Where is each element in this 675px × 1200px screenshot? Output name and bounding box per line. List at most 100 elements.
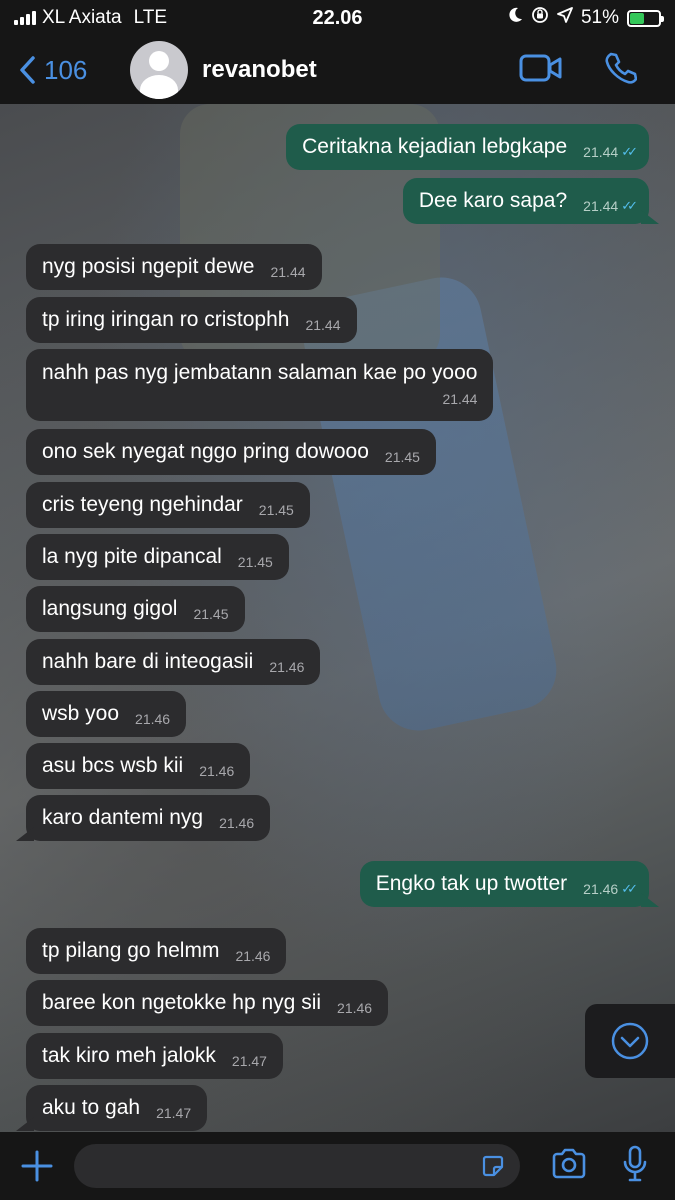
message-time: 21.46: [219, 815, 254, 831]
incoming-message[interactable]: baree kon ngetokke hp nyg sii 21.46: [26, 980, 389, 1026]
incoming-message[interactable]: la nyg pite dipancal 21.45: [26, 534, 289, 580]
message-timestamp: 21.45: [258, 502, 294, 518]
unread-count: 106: [44, 54, 88, 85]
message-time: 21.46: [337, 1000, 372, 1016]
moon-icon: [507, 7, 523, 29]
message-text: tp pilang go helmm: [42, 939, 220, 962]
incoming-message[interactable]: cris teyeng ngehindar 21.45: [26, 482, 310, 528]
signal-icon: [14, 11, 36, 25]
message-timestamp: 21.46: [269, 659, 305, 675]
clock: 22.06: [312, 6, 363, 29]
battery-fill: [630, 12, 645, 24]
message-text: ono sek nyegat nggo pring dowooo: [42, 440, 369, 463]
message-text: wsb yoo: [42, 702, 120, 725]
read-receipt-icon: ✓✓: [621, 881, 638, 896]
message-time: 21.45: [385, 449, 420, 465]
back-button[interactable]: 106: [18, 55, 130, 86]
chevron-left-icon: [20, 56, 35, 84]
incoming-message[interactable]: tp iring iringan ro cristophh 21.44: [26, 297, 357, 343]
read-receipt-icon: ✓✓: [621, 144, 638, 159]
video-call-button[interactable]: [519, 53, 563, 88]
message-timestamp: 21.45: [193, 606, 229, 622]
message-text: asu bcs wsb kii: [42, 754, 184, 777]
incoming-message[interactable]: karo dantemi nyg 21.46: [26, 795, 271, 841]
sticker-icon: [482, 1155, 504, 1177]
message-text: nahh pas nyg jembatann salaman kae po yo…: [42, 361, 478, 384]
message-timestamp: 21.46: [235, 948, 271, 964]
chat-header: 106 revanobet: [0, 36, 675, 104]
message-text: aku to gah: [42, 1096, 141, 1119]
message-timestamp: 21.46: [135, 711, 171, 727]
message-timestamp: 21.47: [231, 1053, 267, 1069]
message-timestamp: 21.46: [583, 881, 619, 897]
attach-button[interactable]: [0, 1149, 74, 1183]
microphone-icon: [623, 1145, 647, 1181]
outgoing-message[interactable]: Dee karo sapa? 21.44 ✓✓: [402, 178, 649, 224]
message-input[interactable]: [74, 1144, 520, 1188]
incoming-message[interactable]: wsb yoo 21.46: [26, 691, 187, 737]
message-timestamp: 21.44: [270, 264, 306, 280]
message-time: 21.46: [269, 659, 304, 675]
message-time: 21.44: [270, 264, 305, 280]
message-time: 21.46: [235, 948, 270, 964]
outgoing-message[interactable]: Ceritakna kejadian lebgkape 21.44 ✓✓: [286, 124, 649, 170]
incoming-message[interactable]: asu bcs wsb kii 21.46: [26, 743, 251, 789]
incoming-message[interactable]: nyg posisi ngepit dewe 21.44: [26, 244, 322, 290]
camera-button[interactable]: [550, 1148, 588, 1185]
message-text: la nyg pite dipancal: [42, 545, 222, 568]
incoming-message[interactable]: ono sek nyegat nggo pring dowooo 21.45: [26, 429, 436, 475]
message-text: tp iring iringan ro cristophh: [42, 308, 290, 331]
message-text: tak kiro meh jalokk: [42, 1044, 216, 1067]
message-timestamp: 21.44: [583, 144, 619, 160]
incoming-message[interactable]: aku to gah 21.47: [26, 1085, 208, 1131]
incoming-message[interactable]: tak kiro meh jalokk 21.47: [26, 1033, 283, 1079]
message-text: cris teyeng ngehindar: [42, 493, 243, 516]
message-timestamp: 21.46: [219, 815, 255, 831]
outgoing-message[interactable]: Engko tak up twotter 21.46 ✓✓: [359, 861, 649, 907]
message-text: nahh bare di inteogasii: [42, 650, 254, 673]
location-icon: [557, 7, 573, 29]
message-timestamp: 21.46: [337, 1000, 373, 1016]
orientation-lock-icon: [531, 6, 549, 30]
message-text: baree kon ngetokke hp nyg sii: [42, 991, 322, 1014]
message-timestamp: 21.46: [199, 763, 235, 779]
message-text: langsung gigol: [42, 597, 178, 620]
message-text: Engko tak up twotter: [375, 872, 568, 895]
camera-icon: [552, 1148, 586, 1178]
avatar[interactable]: [130, 41, 188, 99]
incoming-message[interactable]: nahh bare di inteogasii 21.46: [26, 639, 321, 685]
header-actions: [519, 51, 638, 90]
network-type: LTE: [133, 7, 168, 28]
message-timestamp: 21.47: [156, 1105, 192, 1121]
status-left: XL Axiata LTE: [14, 7, 254, 29]
read-receipt-icon: ✓✓: [621, 198, 638, 213]
message-input-wrap: [74, 1144, 520, 1188]
incoming-message[interactable]: langsung gigol 21.45: [26, 586, 245, 632]
scroll-to-bottom-button[interactable]: [585, 1004, 675, 1078]
video-camera-icon: [519, 54, 562, 81]
incoming-message[interactable]: tp pilang go helmm 21.46: [26, 928, 287, 974]
message-time: 21.46: [135, 711, 170, 727]
message-timestamp: 21.45: [237, 554, 273, 570]
message-timestamp: 21.45: [384, 449, 420, 465]
message-time: 21.45: [259, 502, 294, 518]
message-text: Ceritakna kejadian lebgkape: [302, 135, 568, 158]
message-timestamp: 21.44: [442, 391, 478, 407]
incoming-message[interactable]: nahh pas nyg jembatann salaman kae po yo…: [26, 349, 494, 421]
message-time: 21.47: [156, 1105, 191, 1121]
message-time: 21.44: [442, 391, 477, 407]
sticker-button[interactable]: [480, 1153, 506, 1184]
message-time: 21.44: [305, 317, 340, 333]
message-timestamp: 21.44: [305, 317, 341, 333]
message-list[interactable]: Ceritakna kejadian lebgkape 21.44 ✓✓ Dee ka…: [0, 104, 675, 1132]
message-time: 21.44 ✓✓: [583, 198, 638, 214]
voice-call-button[interactable]: [603, 51, 638, 90]
microphone-button[interactable]: [622, 1145, 648, 1188]
message-time: 21.46: [199, 763, 234, 779]
composer-actions: [550, 1145, 648, 1188]
message-time: 21.44 ✓✓: [583, 144, 638, 160]
message-time: 21.45: [193, 606, 228, 622]
contact-name[interactable]: revanobet: [202, 56, 519, 84]
phone-icon: [605, 52, 638, 84]
message-text: karo dantemi nyg: [42, 806, 204, 829]
